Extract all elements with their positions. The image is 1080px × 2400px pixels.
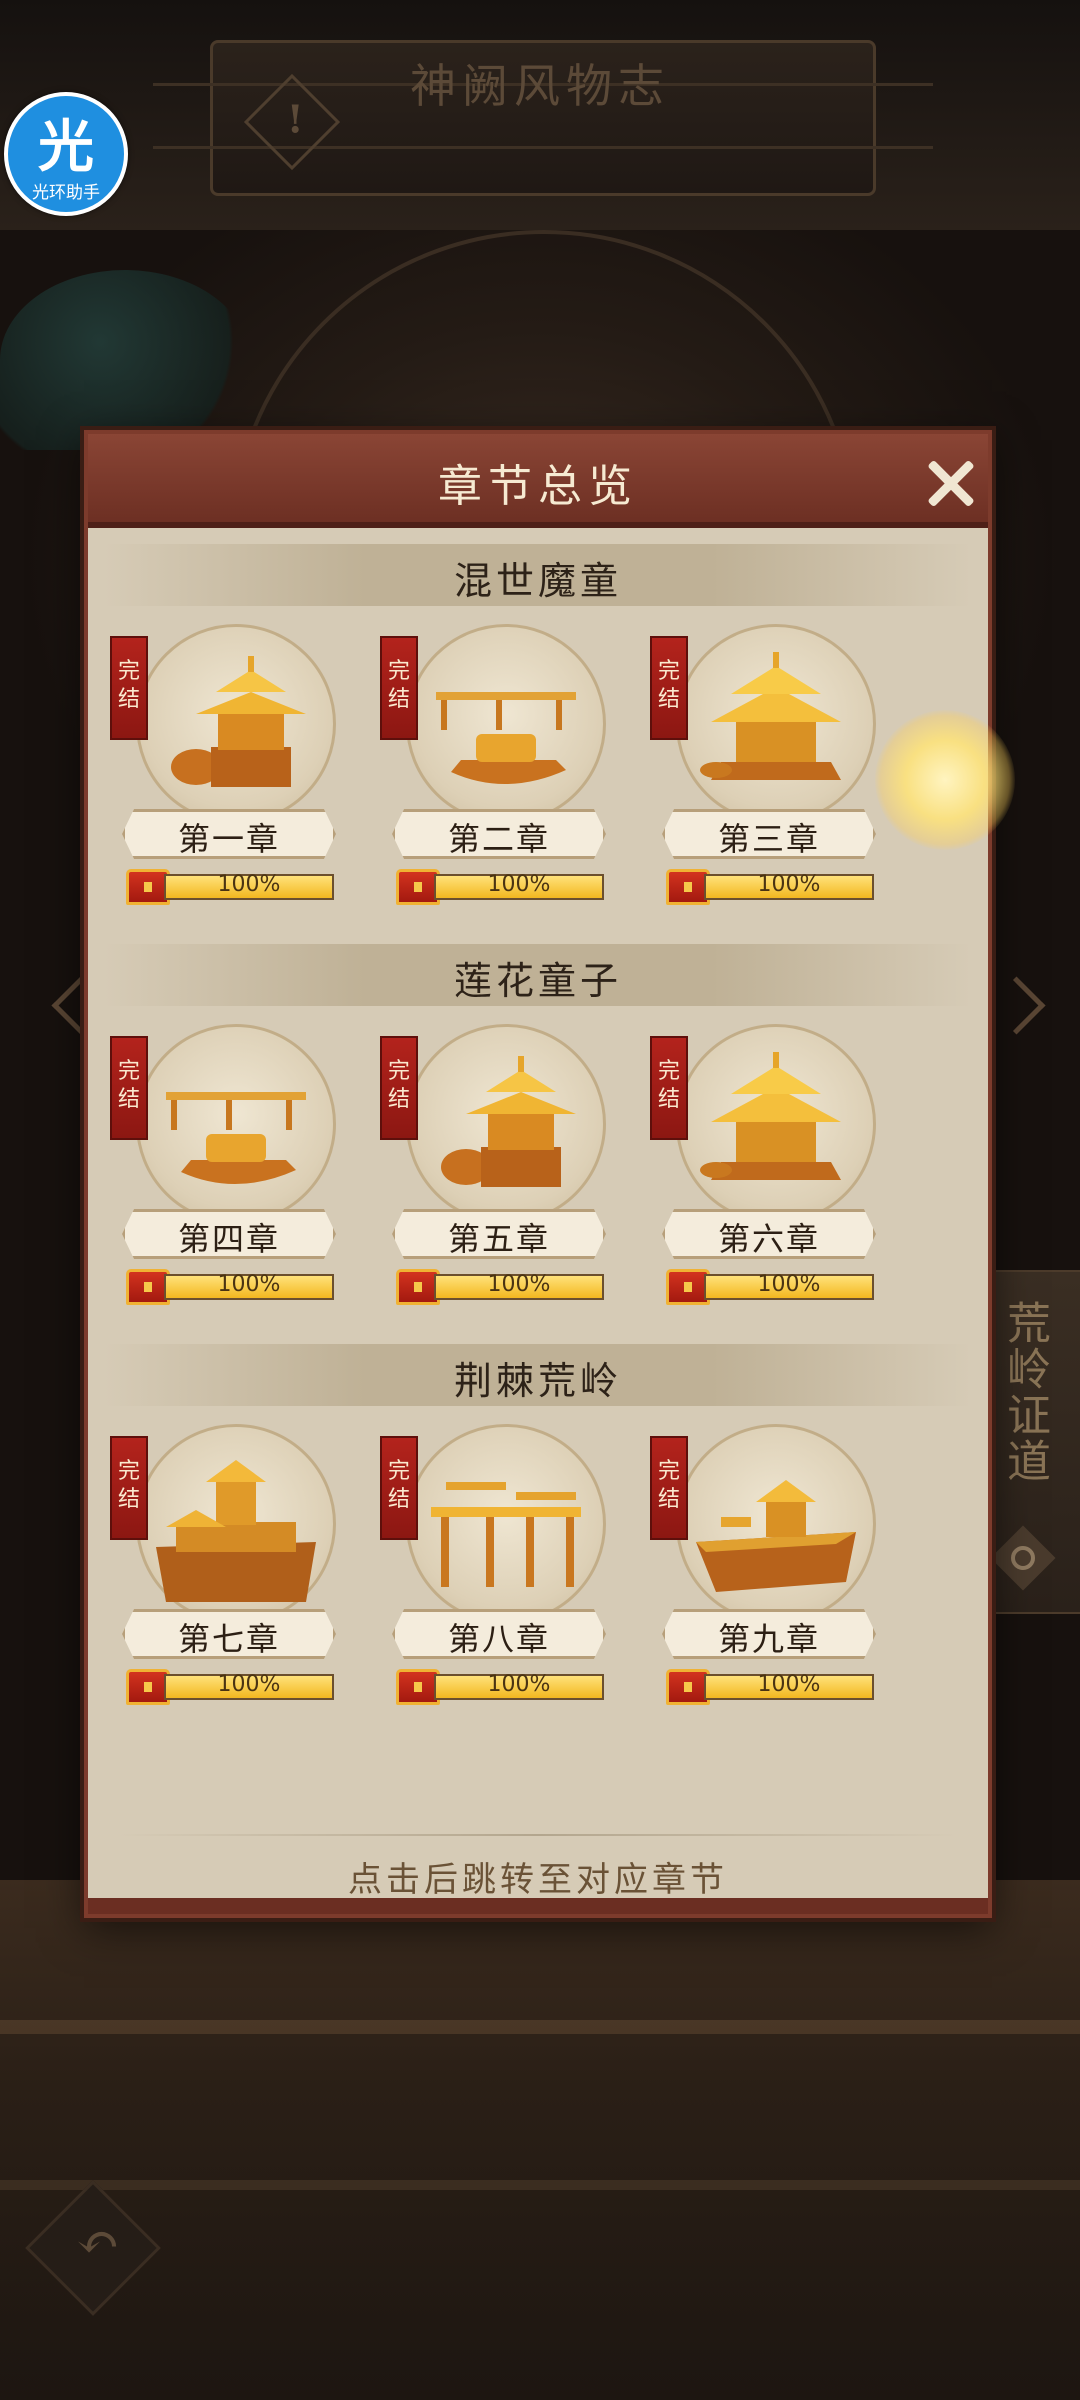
dialog-bottom-border [88, 1898, 988, 1914]
badge-char: 结 [657, 1487, 680, 1512]
section-title: 荆棘荒岭 [453, 1359, 622, 1403]
boat-bridge-icon [426, 652, 586, 802]
footer-divider [118, 1834, 958, 1836]
side-tab-label: 荒岭证道 [999, 1300, 1050, 1484]
badge-char: 结 [117, 1087, 140, 1112]
progress-text: 100% [757, 1672, 821, 1697]
completed-badge: 完结 [380, 1036, 418, 1140]
chapter-name: 第五章 [447, 1220, 550, 1258]
progress-text: 100% [217, 1672, 281, 1697]
badge-char: 完 [657, 1459, 680, 1484]
progress-text: 100% [217, 872, 281, 897]
section-header: 荆棘荒岭 [104, 1344, 972, 1406]
chapter-name: 第四章 [177, 1220, 280, 1258]
chapter-name: 第九章 [717, 1620, 820, 1658]
chapter-card[interactable]: 完结第七章 100% [106, 1424, 346, 1714]
pagoda-icon [696, 1052, 856, 1202]
completed-badge: 完结 [110, 1036, 148, 1140]
footer-hint: 点击后跳转至对应章节 [348, 1860, 728, 1900]
completed-badge: 完结 [650, 1036, 688, 1140]
badge-char: 结 [387, 1087, 410, 1112]
fortress-icon [156, 1452, 316, 1602]
chapter-name: 第六章 [717, 1220, 820, 1258]
section-header: 莲花童子 [104, 944, 972, 1006]
badge-char: 完 [657, 659, 680, 684]
chapter-card[interactable]: 完结第九章 100% [646, 1424, 886, 1714]
badge-char: 结 [387, 687, 410, 712]
page-title: 神阙风物志 [410, 59, 670, 113]
completed-badge: 完结 [650, 636, 688, 740]
helper-app-logo[interactable]: 光 光环助手 [4, 92, 128, 216]
pine-tree-decoration [0, 270, 250, 450]
section-header: 混世魔童 [104, 544, 972, 606]
dialog-title: 章节总览 [438, 461, 638, 512]
progress-text: 100% [757, 1272, 821, 1297]
chapter-card[interactable]: 完结第五章 100% [376, 1024, 616, 1314]
completed-badge: 完结 [110, 1436, 148, 1540]
badge-char: 结 [117, 687, 140, 712]
chapter-name: 第七章 [177, 1620, 280, 1658]
badge-char: 结 [657, 1087, 680, 1112]
boat-bridge-icon [156, 1052, 316, 1202]
cliff-temple-icon [696, 1452, 856, 1602]
progress-text: 100% [487, 1272, 551, 1297]
completed-badge: 完结 [380, 1436, 418, 1540]
dialog-header: 章节总览 [88, 434, 988, 528]
logo-text: 光环助手 [32, 183, 100, 203]
gate-icon [426, 1452, 586, 1602]
chapter-card[interactable]: 完结第六章 100% [646, 1024, 886, 1314]
pavilion-icon [156, 652, 316, 802]
pavilion-icon [426, 1052, 586, 1202]
back-icon: ↶ [76, 2213, 120, 2274]
chapter-overview-dialog: 章节总览 混世魔童 莲花童子 荆棘荒岭完结第一章 100% 完结第二章 100% 完结第三章… [84, 430, 992, 1918]
progress-text: 100% [757, 872, 821, 897]
pagoda-icon [696, 652, 856, 802]
badge-char: 完 [117, 1459, 140, 1484]
badge-char: 完 [387, 1059, 410, 1084]
badge-char: 结 [117, 1487, 140, 1512]
completed-badge: 完结 [110, 636, 148, 740]
section-title: 混世魔童 [453, 559, 622, 603]
badge-char: 完 [387, 1459, 410, 1484]
light-orb-decoration [875, 710, 1015, 850]
chapter-card[interactable]: 完结第一章 100% [106, 624, 346, 914]
chapter-card[interactable]: 完结第二章 100% [376, 624, 616, 914]
progress-text: 100% [487, 1672, 551, 1697]
completed-badge: 完结 [650, 1436, 688, 1540]
chapter-card[interactable]: 完结第三章 100% [646, 624, 886, 914]
section-title: 莲花童子 [453, 959, 622, 1003]
badge-char: 完 [657, 1059, 680, 1084]
floor-decoration [0, 1880, 1080, 2400]
chapter-card[interactable]: 完结第四章 100% [106, 1024, 346, 1314]
badge-char: 结 [387, 1487, 410, 1512]
badge-char: 完 [387, 659, 410, 684]
completed-badge: 完结 [380, 636, 418, 740]
chapter-name: 第二章 [447, 820, 550, 858]
badge-char: 完 [117, 1059, 140, 1084]
chapter-name: 第三章 [717, 820, 820, 858]
logo-char: 光 [38, 115, 94, 180]
chapter-name: 第八章 [447, 1620, 550, 1658]
badge-char: 结 [657, 687, 680, 712]
chapter-name: 第一章 [177, 820, 280, 858]
progress-text: 100% [217, 1272, 281, 1297]
chapter-card[interactable]: 完结第八章 100% [376, 1424, 616, 1714]
close-icon[interactable] [926, 458, 976, 508]
progress-text: 100% [487, 872, 551, 897]
badge-char: 完 [117, 659, 140, 684]
